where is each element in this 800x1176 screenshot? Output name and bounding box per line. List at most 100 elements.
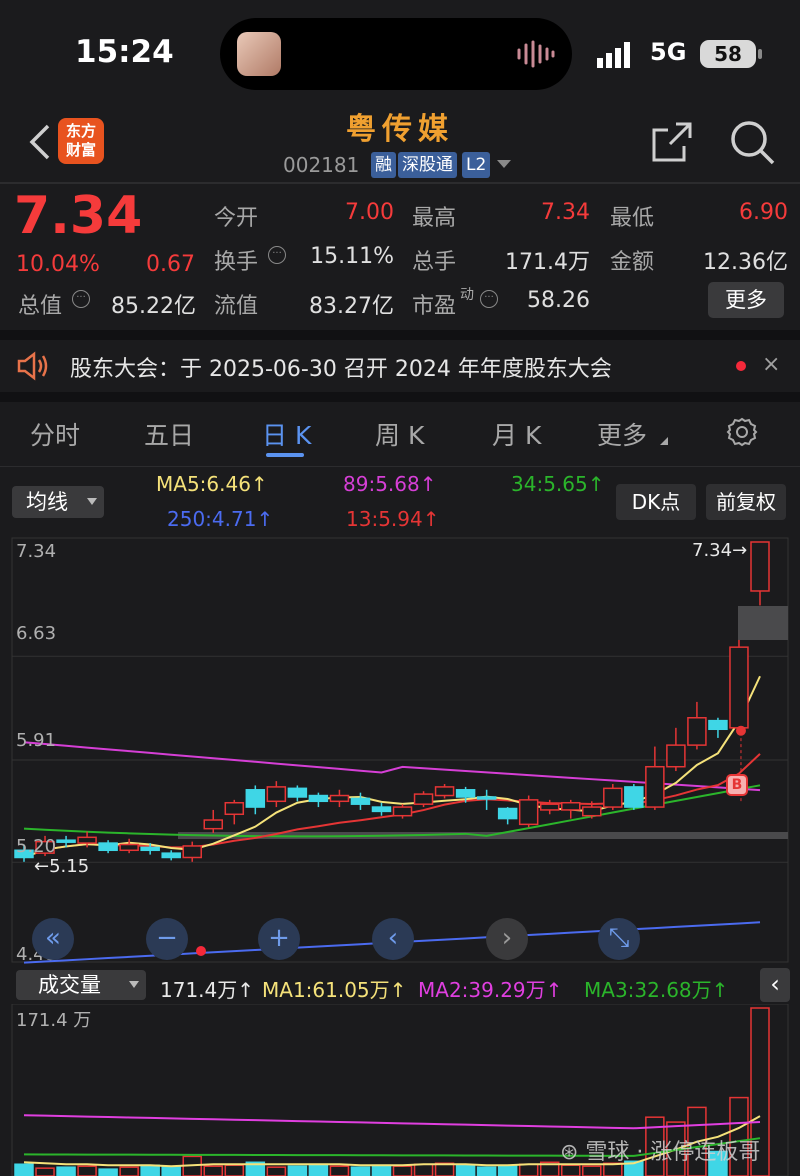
- tab-weekly-k[interactable]: 周 K: [375, 416, 424, 452]
- candle-body: [308, 794, 329, 803]
- tab-intraday[interactable]: 分时: [30, 416, 80, 452]
- candle-body: [287, 787, 308, 798]
- scroll-right-icon[interactable]: ›: [486, 918, 528, 960]
- candle-body: [518, 799, 539, 826]
- scroll-left-icon[interactable]: ‹: [372, 918, 414, 960]
- high-marker: 7.34→: [692, 540, 748, 561]
- value-low: 6.90: [739, 200, 788, 225]
- volume-bar: [413, 1163, 434, 1176]
- volume-bar: [266, 1166, 287, 1176]
- value-high: 7.34: [541, 200, 590, 225]
- label-pe-sup: 动: [460, 287, 474, 303]
- divider: [0, 182, 800, 184]
- buy-marker[interactable]: B: [726, 774, 748, 796]
- tab-daily-k[interactable]: 日 K: [262, 416, 311, 452]
- low-marker: ←5.15: [34, 856, 90, 877]
- tab-monthly-k[interactable]: 月 K: [492, 416, 541, 452]
- resistance-band: [738, 606, 788, 640]
- volume-select[interactable]: 成交量: [16, 970, 146, 1000]
- share-icon[interactable]: [650, 120, 694, 164]
- volume-value: 171.4万↑: [160, 978, 255, 1002]
- back-icon[interactable]: [24, 120, 60, 164]
- volume-bar: [224, 1164, 245, 1176]
- change-pct: 10.04%: [16, 252, 100, 277]
- search-icon[interactable]: [728, 118, 776, 166]
- collapse-icon[interactable]: ‹: [760, 968, 790, 1002]
- label-turnover: 换手: [214, 250, 259, 275]
- close-icon[interactable]: ×: [762, 352, 780, 377]
- ma250-label: 250:4.71↑: [167, 507, 274, 531]
- candle-body: [560, 801, 581, 811]
- candle-body: [203, 819, 224, 830]
- kline-chart[interactable]: [0, 534, 800, 966]
- volume-bar: [455, 1164, 476, 1176]
- dk-point-button[interactable]: DK点: [616, 484, 696, 520]
- candle-body: [603, 787, 623, 808]
- section-separator: [0, 392, 800, 402]
- volume-bar: [140, 1164, 160, 1176]
- candle-body: [140, 846, 160, 852]
- candle-body: [224, 801, 245, 816]
- signal-icon: [597, 42, 630, 68]
- value-total-mktcap: 85.22亿: [111, 294, 196, 319]
- candle-body: [350, 797, 371, 805]
- stock-code: 002181: [283, 153, 360, 177]
- chevron-down-icon: [129, 981, 139, 988]
- stock-name[interactable]: 粤传媒: [300, 104, 500, 148]
- volume-bar: [98, 1168, 118, 1176]
- candle-body: [666, 744, 686, 768]
- tab-five-day[interactable]: 五日: [144, 416, 194, 452]
- value-volume: 171.4万: [505, 250, 590, 275]
- last-price: 7.34: [14, 186, 143, 246]
- divider: [0, 466, 800, 467]
- speaker-icon: [17, 351, 48, 381]
- chevron-down-icon[interactable]: [497, 160, 511, 168]
- label-amount: 金额: [610, 250, 655, 275]
- watermark: ⊛ 雪球 · 涨停连板哥: [560, 1140, 761, 1165]
- tag-margin: 融: [371, 152, 396, 178]
- volume-bar: [560, 1164, 581, 1176]
- fast-back-icon[interactable]: «: [32, 918, 74, 960]
- status-time: 15:24: [75, 34, 174, 70]
- y-tick-label: 5.91: [16, 730, 57, 751]
- candle-body: [245, 789, 266, 808]
- volume-bar: [35, 1167, 55, 1176]
- app-logo[interactable]: 东方 财富: [58, 118, 104, 164]
- candle-body: [455, 789, 476, 798]
- tab-more[interactable]: 更多: [597, 416, 647, 452]
- value-float-mktcap: 83.27亿: [309, 294, 394, 319]
- label-float-mktcap: 流值: [214, 294, 259, 319]
- fullscreen-icon[interactable]: ⤡: [598, 918, 640, 960]
- value-amount: 12.36亿: [703, 250, 788, 275]
- candle-body: [413, 793, 434, 805]
- zoom-out-icon[interactable]: −: [146, 918, 188, 960]
- candle-body: [266, 786, 287, 803]
- vol-ma1: MA1:61.05万↑: [262, 978, 407, 1002]
- battery-tip: [758, 49, 762, 59]
- candle-body: [329, 794, 350, 803]
- volume-bar: [56, 1166, 76, 1176]
- notice-text[interactable]: 股东大会：于 2025-06-30 召开 2024 年年度股东大会: [70, 351, 612, 383]
- candle-body: [77, 836, 97, 844]
- ma13-label: 13:5.94↑: [346, 507, 440, 531]
- candle-body: [434, 786, 455, 797]
- value-open: 7.00: [345, 200, 394, 225]
- volume-bar: [518, 1163, 539, 1176]
- ma5-label: MA5:6.46↑: [156, 472, 268, 496]
- adjust-button[interactable]: 前复权: [706, 484, 786, 520]
- candle-body: [729, 646, 749, 729]
- volume-bar: [119, 1166, 139, 1176]
- zoom-in-icon[interactable]: +: [258, 918, 300, 960]
- audio-wave-icon: [517, 40, 555, 68]
- gear-icon[interactable]: [726, 416, 758, 448]
- avatar: [237, 32, 281, 76]
- volume-bar: [287, 1165, 308, 1176]
- network-label: 5G: [650, 38, 687, 66]
- candle-body: [119, 843, 139, 852]
- corner-triangle-icon: [660, 437, 668, 445]
- candle-body: [708, 719, 728, 731]
- label-low: 最低: [610, 206, 655, 231]
- more-button[interactable]: 更多: [708, 282, 784, 318]
- unread-dot: [736, 361, 746, 371]
- candle-body: [371, 806, 392, 813]
